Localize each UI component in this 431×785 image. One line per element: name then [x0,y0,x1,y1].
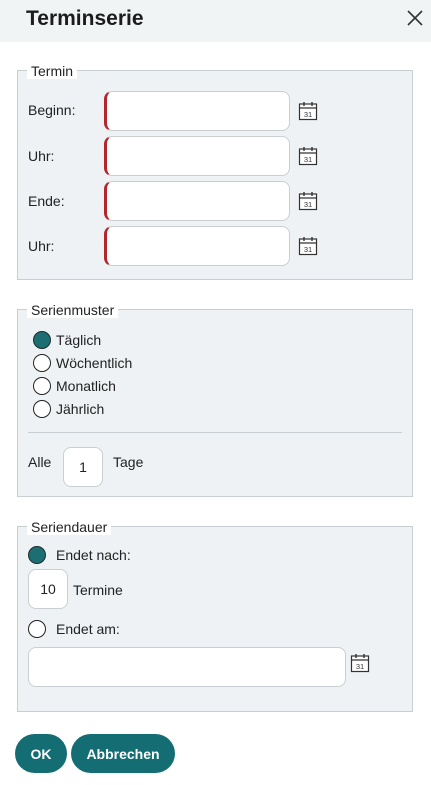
radio-unselected-icon[interactable] [28,620,46,638]
calendar-day-text: 31 [304,200,312,209]
radio-label: Jährlich [56,401,105,417]
radio-unselected-icon[interactable] [33,400,51,418]
beginn-time-input[interactable] [104,136,290,176]
radio-label: Monatlich [56,378,116,394]
radio-woechentlich[interactable]: Wöchentlich [33,353,132,373]
radio-selected-icon[interactable] [33,331,51,349]
ende-date-input[interactable] [104,181,290,221]
calendar-day-text: 31 [304,245,312,254]
radio-monatlich[interactable]: Monatlich [33,376,116,396]
interval-suffix-label: Tage [113,454,144,470]
ende-time-input[interactable] [104,226,290,266]
radio-endet-am[interactable]: Endet am: [28,619,120,639]
radio-jaehrlich[interactable]: Jährlich [33,399,104,419]
ok-button[interactable]: OK [15,734,67,773]
beginn-date-input[interactable] [104,91,290,131]
serienmuster-legend: Serienmuster [27,302,119,318]
radio-label: Endet nach: [56,547,131,563]
calendar-day-text: 31 [356,662,364,671]
interval-input[interactable]: 1 [63,447,103,487]
occurrence-count-input[interactable]: 10 [28,569,68,609]
seriendauer-legend: Seriendauer [27,519,112,535]
radio-unselected-icon[interactable] [33,354,51,372]
serienmuster-group: Serienmuster Täglich Wöchentlich Monatli… [17,302,413,497]
calendar-icon[interactable]: 31 [298,101,318,121]
close-icon[interactable] [404,7,426,29]
beginn-label: Beginn: [28,102,76,118]
termin-legend: Termin [27,63,78,79]
ende-time-label: Uhr: [28,238,55,254]
radio-label: Endet am: [56,621,120,637]
cancel-button[interactable]: Abbrechen [71,734,175,773]
radio-endet-nach[interactable]: Endet nach: [28,545,131,565]
calendar-icon[interactable]: 31 [350,653,370,673]
calendar-day-text: 31 [304,155,312,164]
radio-label: Täglich [56,332,102,348]
calendar-day-text: 31 [304,110,312,119]
interval-prefix-label: Alle [28,454,52,470]
radio-unselected-icon[interactable] [33,377,51,395]
beginn-time-label: Uhr: [28,148,55,164]
dialog-header: Terminserie [0,0,431,42]
radio-taeglich[interactable]: Täglich [33,330,101,350]
termin-group: Termin Beginn: 31 Uhr: 31 Ende: 31 Uhr: … [17,63,413,280]
occurrence-unit-label: Termine [73,582,123,598]
calendar-icon[interactable]: 31 [298,191,318,211]
calendar-icon[interactable]: 31 [298,236,318,256]
dialog-title: Terminserie [26,7,144,30]
ende-label: Ende: [28,193,65,209]
seriendauer-group: Seriendauer Endet nach: 10 Termine Endet… [17,519,413,712]
calendar-icon[interactable]: 31 [298,146,318,166]
radio-selected-icon[interactable] [28,546,46,564]
end-date-input[interactable] [28,647,346,687]
divider [28,432,402,433]
radio-label: Wöchentlich [56,355,133,371]
